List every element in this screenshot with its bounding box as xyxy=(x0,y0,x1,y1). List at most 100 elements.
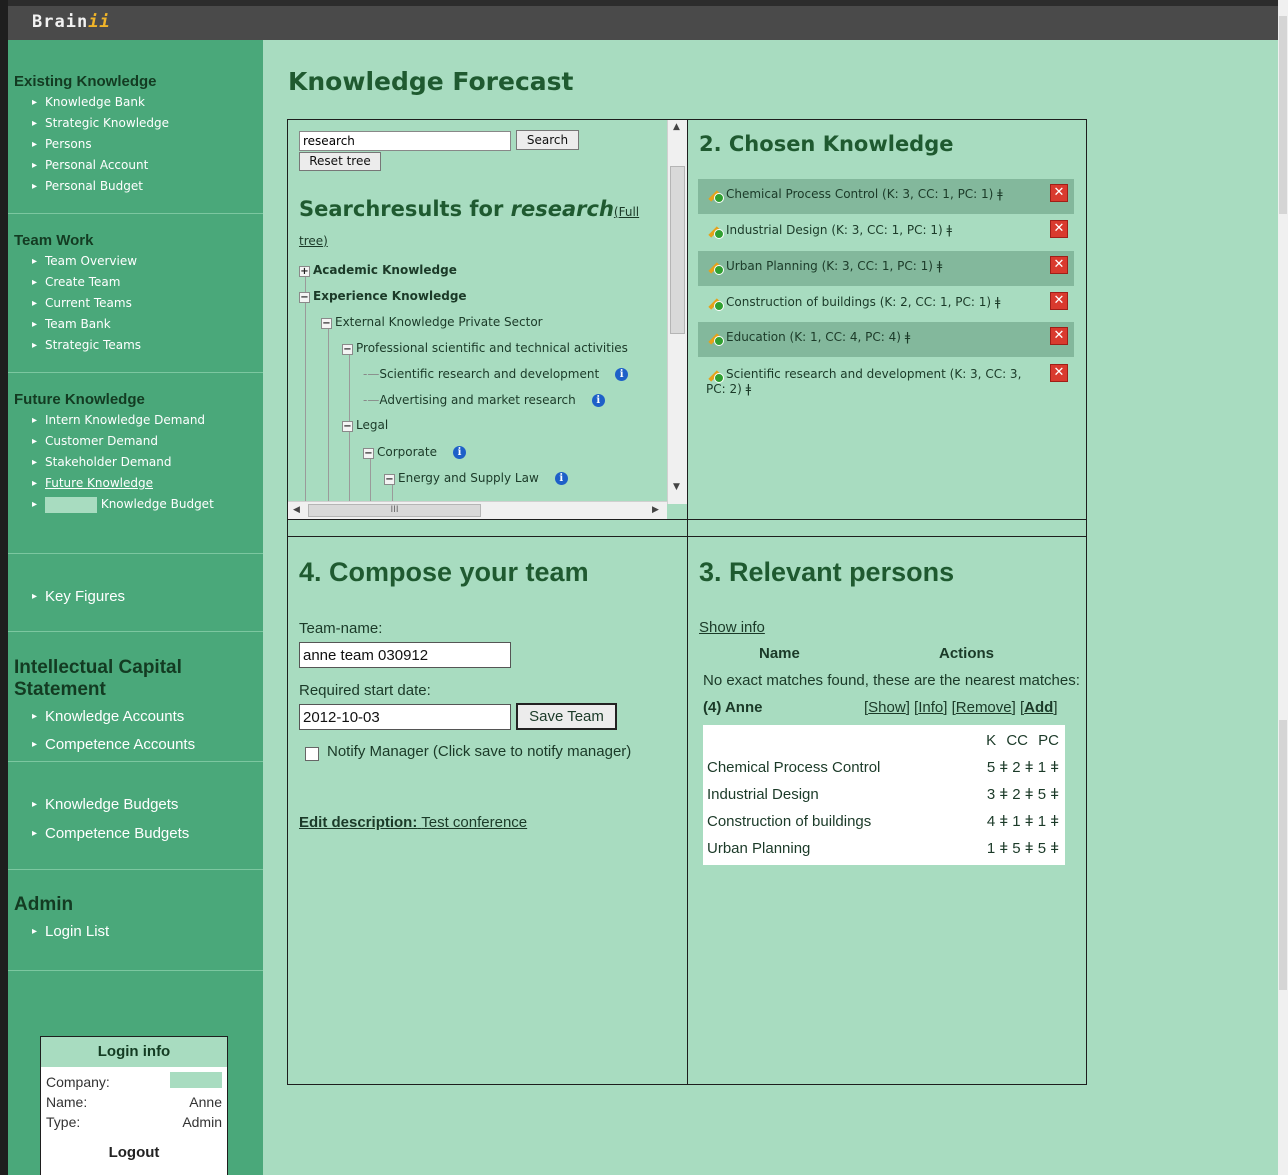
collapse-icon[interactable]: − xyxy=(363,448,374,459)
sidebar-item-personal-budget[interactable]: Personal Budget xyxy=(32,176,263,197)
remove-icon[interactable]: ✕ xyxy=(1050,364,1068,382)
section-title: Admin xyxy=(14,894,74,915)
edit-pencil-icon[interactable] xyxy=(706,295,724,311)
info-icon[interactable]: i xyxy=(591,394,605,407)
sidebar-item-customer-demand[interactable]: Customer Demand xyxy=(32,431,263,452)
table-row: Chemical Process Control 5 ǂ 2 ǂ 1 ǂ xyxy=(707,759,1059,776)
edit-pencil-icon[interactable] xyxy=(706,367,724,383)
team-name-input[interactable] xyxy=(299,642,511,668)
tree-node-academic-knowledge[interactable]: + Academic Knowledge xyxy=(299,263,457,277)
search-input[interactable] xyxy=(299,131,511,151)
show-link[interactable]: Show xyxy=(868,699,906,716)
expand-icon[interactable]: + xyxy=(299,266,310,277)
collapse-icon[interactable]: − xyxy=(342,421,353,432)
tree-node-energy-law[interactable]: − Energy and Supply Law i xyxy=(384,471,568,485)
sidebar-item-knowledge-accounts[interactable]: Knowledge Accounts xyxy=(32,703,263,731)
sidebar-item-knowledge-budget[interactable]: Knowledge Budget xyxy=(32,494,263,515)
sidebar-item-team-bank[interactable]: Team Bank xyxy=(32,314,263,335)
sidebar-item-persons[interactable]: Persons xyxy=(32,134,263,155)
tree-node-scientific-research[interactable]: -—Scientific research and development i xyxy=(363,367,629,381)
scroll-thumb[interactable] xyxy=(1279,16,1287,214)
sidebar-item-team-overview[interactable]: Team Overview xyxy=(32,251,263,272)
notify-manager-checkbox[interactable] xyxy=(305,747,319,761)
sidebar-item-stakeholder-demand[interactable]: Stakeholder Demand xyxy=(32,452,263,473)
compose-team-title: 4. Compose your team xyxy=(299,557,589,587)
sidebar-item-knowledge-budgets[interactable]: Knowledge Budgets xyxy=(32,791,263,819)
sidebar-item-create-team[interactable]: Create Team xyxy=(32,272,263,293)
tree-vertical-scrollbar[interactable]: ▲ ▼ xyxy=(667,120,687,504)
sidebar-item-key-figures[interactable]: Key Figures xyxy=(32,583,263,611)
sidebar-item-personal-account[interactable]: Personal Account xyxy=(32,155,263,176)
tree-node-professional-activities[interactable]: − Professional scientific and technical a… xyxy=(342,341,628,355)
page-scrollbar[interactable] xyxy=(1278,0,1288,1175)
scroll-left-icon[interactable]: ◀ xyxy=(293,505,300,515)
person-name: (4) Anne xyxy=(703,699,763,716)
section-title: Future Knowledge xyxy=(14,391,145,408)
company-label: Company: xyxy=(46,1074,110,1090)
show-info-link[interactable]: Show info xyxy=(699,619,765,636)
chosen-knowledge-title: 2. Chosen Knowledge xyxy=(699,132,954,156)
remove-link[interactable]: Remove xyxy=(956,699,1012,716)
section-title: Intellectual Capital Statement xyxy=(14,657,182,700)
sidebar-item-login-list[interactable]: Login List xyxy=(32,918,263,946)
divider xyxy=(8,213,263,214)
name-label: Name: xyxy=(46,1094,88,1110)
sidebar-item-competence-accounts[interactable]: Competence Accounts xyxy=(32,731,263,759)
sidebar-section-admin: Admin Login List xyxy=(8,894,263,946)
reset-tree-button[interactable]: Reset tree xyxy=(299,152,381,171)
edit-pencil-icon[interactable] xyxy=(706,187,724,203)
scroll-thumb[interactable] xyxy=(670,166,685,334)
sidebar-item-strategic-teams[interactable]: Strategic Teams xyxy=(32,335,263,356)
scroll-thumb[interactable] xyxy=(1279,720,1287,990)
tree-node-external-knowledge[interactable]: − External Knowledge Private Sector xyxy=(321,315,543,329)
relevant-persons-title: 3. Relevant persons xyxy=(699,557,955,587)
search-button[interactable]: Search xyxy=(516,130,579,150)
edit-description-link[interactable]: Edit description: Test conference xyxy=(299,814,527,831)
chosen-item: Urban Planning (K: 3, CC: 1, PC: 1) ǂ ✕ xyxy=(698,251,1074,286)
notify-manager-label: Notify Manager (Click save to notify man… xyxy=(327,743,632,760)
sidebar-item-competence-budgets[interactable]: Competence Budgets xyxy=(32,820,263,848)
divider xyxy=(8,553,263,554)
collapse-icon[interactable]: − xyxy=(342,344,353,355)
scroll-down-icon[interactable]: ▼ xyxy=(673,482,680,492)
info-icon[interactable]: i xyxy=(554,472,568,485)
info-icon[interactable]: i xyxy=(453,446,466,459)
info-link[interactable]: Info xyxy=(918,699,943,716)
scroll-up-icon[interactable]: ▲ xyxy=(673,122,680,132)
app-logo[interactable]: Brainii xyxy=(32,12,111,32)
section-title: Team Work xyxy=(14,232,94,249)
edit-pencil-icon[interactable] xyxy=(706,330,724,346)
remove-icon[interactable]: ✕ xyxy=(1050,220,1068,238)
sidebar-item-intern-knowledge-demand[interactable]: Intern Knowledge Demand xyxy=(32,410,263,431)
collapse-icon[interactable]: − xyxy=(321,318,332,329)
collapse-icon[interactable]: − xyxy=(299,292,310,303)
add-link[interactable]: Add xyxy=(1024,699,1053,716)
sidebar-item-knowledge-bank[interactable]: Knowledge Bank xyxy=(32,92,263,113)
scroll-right-icon[interactable]: ▶ xyxy=(652,505,659,515)
tree-line xyxy=(370,458,371,506)
sidebar-item-strategic-knowledge[interactable]: Strategic Knowledge xyxy=(32,113,263,134)
sidebar-section-budgets: Knowledge Budgets Competence Budgets xyxy=(8,789,263,848)
remove-icon[interactable]: ✕ xyxy=(1050,184,1068,202)
edit-pencil-icon[interactable] xyxy=(706,223,724,239)
sidebar-section-team-work: Team Work Team Overview Create Team Curr… xyxy=(8,232,263,356)
remove-icon[interactable]: ✕ xyxy=(1050,292,1068,310)
tree-horizontal-scrollbar[interactable]: ◀ III ▶ xyxy=(288,501,667,519)
tree-node-legal[interactable]: − Legal xyxy=(342,418,388,432)
logout-button[interactable]: Logout xyxy=(41,1144,227,1161)
scroll-thumb[interactable]: III xyxy=(308,504,481,517)
sidebar-item-current-teams[interactable]: Current Teams xyxy=(32,293,263,314)
remove-icon[interactable]: ✕ xyxy=(1050,256,1068,274)
start-date-input[interactable] xyxy=(299,704,511,730)
remove-icon[interactable]: ✕ xyxy=(1050,327,1068,345)
table-row: Industrial Design 3 ǂ 2 ǂ 5 ǂ xyxy=(707,786,1059,803)
edit-pencil-icon[interactable] xyxy=(706,259,724,275)
sidebar-section-ic-statement: Intellectual Capital Statement Knowledge… xyxy=(8,657,263,759)
save-team-button[interactable]: Save Team xyxy=(516,703,617,730)
tree-node-corporate[interactable]: − Corporate i xyxy=(363,445,466,459)
sidebar-item-future-knowledge[interactable]: Future Knowledge xyxy=(32,473,263,494)
info-icon[interactable]: i xyxy=(615,368,629,381)
tree-node-experience-knowledge[interactable]: − Experience Knowledge xyxy=(299,289,467,303)
tree-node-advertising[interactable]: -—Advertising and market research i xyxy=(363,393,605,407)
collapse-icon[interactable]: − xyxy=(384,474,395,485)
